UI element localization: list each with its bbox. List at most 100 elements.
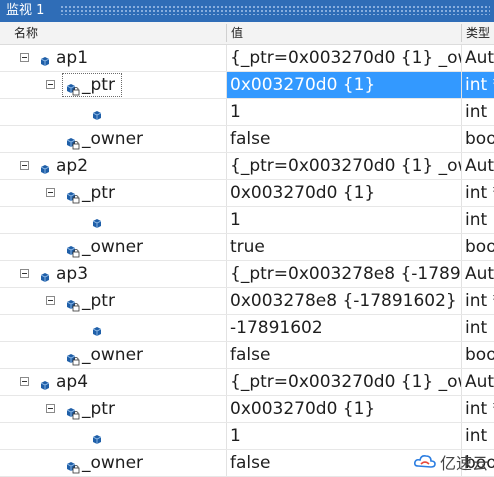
private-field-icon <box>64 132 80 150</box>
watch-row[interactable]: _owner truebool <box>0 234 494 261</box>
watch-row[interactable]: _ptr 0x003270d0 {1}int * <box>0 180 494 207</box>
collapse-toggle-icon[interactable] <box>46 404 55 413</box>
name-cell[interactable]: ap4 <box>0 369 226 395</box>
watch-row[interactable]: _ptr 0x003270d0 {1}int * <box>0 396 494 423</box>
type-cell[interactable]: Auto <box>462 261 494 287</box>
watch-row[interactable]: ap3 {_ptr=0x003278e8 {-17891602} _owner=f… <box>0 261 494 288</box>
watch-row[interactable]: _owner falsebool <box>0 126 494 153</box>
value-cell[interactable]: 0x003270d0 {1} <box>227 72 461 98</box>
value-cell[interactable]: 1 <box>227 99 461 125</box>
private-field-icon <box>64 402 80 420</box>
value-cell[interactable]: 0x003270d0 {1} <box>227 396 461 422</box>
value-cell[interactable]: false <box>227 126 461 152</box>
collapse-toggle-icon[interactable] <box>46 188 55 197</box>
type-cell[interactable]: int * <box>462 72 494 98</box>
type-cell[interactable]: int * <box>462 180 494 206</box>
field-object-icon <box>38 159 54 174</box>
collapse-toggle-icon[interactable] <box>20 269 29 278</box>
column-header-value[interactable]: 值 <box>227 22 461 44</box>
watermark: 亿速云 <box>413 451 488 473</box>
private-field-icon <box>64 240 80 258</box>
variable-name: _owner <box>82 129 144 149</box>
value-cell[interactable]: {_ptr=0x003278e8 {-17891602} _owner=fals… <box>227 261 461 287</box>
field-object-icon <box>90 105 106 120</box>
type-cell[interactable]: int * <box>462 288 494 314</box>
field-object-icon <box>90 429 106 444</box>
type-cell[interactable]: int <box>462 315 494 341</box>
column-header-name[interactable]: 名称 <box>10 22 226 44</box>
variable-name: _owner <box>82 345 144 365</box>
name-cell[interactable]: ap2 <box>0 153 226 179</box>
watch-row[interactable]: ap1 {_ptr=0x003270d0 {1} _owner=false }Au… <box>0 45 494 72</box>
watch-row[interactable]: 1 int <box>0 207 494 234</box>
name-cell[interactable]: _owner <box>0 342 226 368</box>
column-header: 名称 值 类型 <box>0 22 494 45</box>
name-cell[interactable] <box>0 315 226 341</box>
variable-name: _ptr <box>82 399 115 419</box>
watch-window-titlebar[interactable]: 监视 1 <box>0 0 494 22</box>
collapse-toggle-icon[interactable] <box>20 377 29 386</box>
watch-row[interactable]: -17891602 int <box>0 315 494 342</box>
watch-row[interactable]: _owner falsebool <box>0 342 494 369</box>
name-cell[interactable]: _owner <box>0 126 226 152</box>
watch-row[interactable]: 1 int <box>0 99 494 126</box>
private-field-icon <box>64 294 80 312</box>
field-object-icon <box>90 213 106 228</box>
watch-rows: ap1{_ptr=0x003270d0 {1} _owner=false }Au… <box>0 45 494 477</box>
private-field-icon <box>64 186 80 204</box>
collapse-toggle-icon[interactable] <box>20 161 29 170</box>
type-cell[interactable]: int <box>462 207 494 233</box>
type-cell[interactable]: bool <box>462 234 494 260</box>
watch-row[interactable]: ap4 {_ptr=0x003270d0 {1} _owner=false }Au… <box>0 369 494 396</box>
value-cell[interactable]: true <box>227 234 461 260</box>
name-cell[interactable]: _ptr <box>0 396 226 422</box>
value-cell[interactable]: false <box>227 342 461 368</box>
name-cell[interactable] <box>0 423 226 449</box>
value-cell[interactable]: {_ptr=0x003270d0 {1} _owner=true } <box>227 153 461 179</box>
type-cell[interactable]: Auto <box>462 153 494 179</box>
type-cell[interactable]: Auto <box>462 45 494 71</box>
variable-name: _ptr <box>82 183 115 203</box>
field-object-icon <box>38 51 54 66</box>
value-cell[interactable]: {_ptr=0x003270d0 {1} _owner=false } <box>227 45 461 71</box>
name-cell[interactable]: _ptr <box>0 180 226 206</box>
value-cell[interactable]: 1 <box>227 207 461 233</box>
collapse-toggle-icon[interactable] <box>20 53 29 62</box>
watch-row[interactable]: ap2 {_ptr=0x003270d0 {1} _owner=true }Aut… <box>0 153 494 180</box>
name-cell[interactable]: _ptr <box>0 72 226 98</box>
name-cell[interactable]: ap3 <box>0 261 226 287</box>
focus-rectangle <box>62 73 122 97</box>
value-cell[interactable]: 0x003270d0 {1} <box>227 180 461 206</box>
variable-name: ap2 <box>56 156 89 176</box>
yisu-cloud-logo-icon <box>413 455 436 468</box>
field-object-icon <box>90 321 106 336</box>
name-cell[interactable]: _owner <box>0 450 226 476</box>
watch-row[interactable]: 1 int <box>0 423 494 450</box>
type-cell[interactable]: bool <box>462 342 494 368</box>
collapse-toggle-icon[interactable] <box>46 80 55 89</box>
private-field-icon <box>64 348 80 366</box>
name-cell[interactable]: _ptr <box>0 288 226 314</box>
variable-name: ap4 <box>56 372 89 392</box>
watermark-text: 亿速云 <box>439 454 488 473</box>
type-cell[interactable]: int <box>462 423 494 449</box>
watch-row[interactable]: _ptr0x003270d0 {1}int * <box>0 72 494 99</box>
watch-row[interactable]: _ptr 0x003278e8 {-17891602}int * <box>0 288 494 315</box>
name-cell[interactable] <box>0 207 226 233</box>
value-cell[interactable]: 0x003278e8 {-17891602} <box>227 288 461 314</box>
type-cell[interactable]: Auto <box>462 369 494 395</box>
name-cell[interactable] <box>0 99 226 125</box>
variable-name: ap1 <box>56 48 89 68</box>
value-cell[interactable]: -17891602 <box>227 315 461 341</box>
type-cell[interactable]: int <box>462 99 494 125</box>
name-cell[interactable]: ap1 <box>0 45 226 71</box>
collapse-toggle-icon[interactable] <box>46 296 55 305</box>
value-cell[interactable]: {_ptr=0x003270d0 {1} _owner=false } <box>227 369 461 395</box>
name-cell[interactable]: _owner <box>0 234 226 260</box>
titlebar-grip[interactable] <box>60 5 490 15</box>
value-cell[interactable]: 1 <box>227 423 461 449</box>
column-header-type[interactable]: 类型 <box>462 22 494 44</box>
variable-name: _ptr <box>82 291 115 311</box>
type-cell[interactable]: bool <box>462 126 494 152</box>
type-cell[interactable]: int * <box>462 396 494 422</box>
